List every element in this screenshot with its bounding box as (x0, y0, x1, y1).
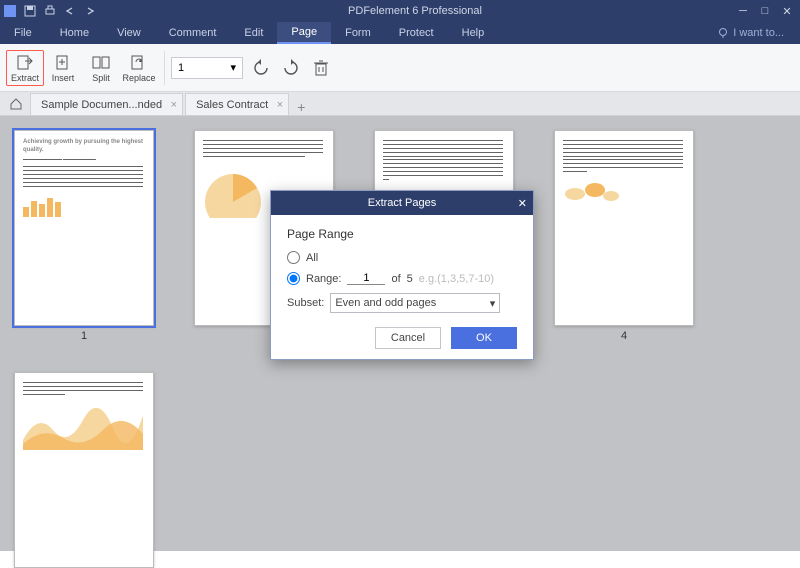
menu-protect[interactable]: Protect (385, 22, 448, 44)
thumbnail-1[interactable]: Achieving growth by pursuing the highest… (14, 130, 154, 342)
dropdown-icon: ▾ (230, 61, 236, 74)
app-title: PDFelement 6 Professional (96, 5, 734, 17)
rotate-right-button[interactable] (279, 56, 303, 80)
dialog-close-button[interactable]: ✕ (518, 197, 527, 210)
close-tab-icon[interactable]: × (277, 99, 283, 111)
menu-help[interactable]: Help (448, 22, 499, 44)
radio-range[interactable] (287, 272, 300, 285)
menu-home[interactable]: Home (46, 22, 103, 44)
subset-dropdown[interactable]: Even and odd pages ▾ (330, 293, 500, 313)
extract-icon (15, 53, 35, 73)
split-button[interactable]: Split (82, 53, 120, 83)
doc-tab-2[interactable]: Sales Contract × (185, 93, 289, 115)
new-tab-button[interactable]: + (297, 99, 305, 115)
menu-bar: File Home View Comment Edit Page Form Pr… (0, 22, 800, 44)
replace-icon (129, 53, 149, 73)
home-tab-button[interactable] (4, 93, 28, 115)
maximize-button[interactable]: □ (756, 5, 774, 18)
delete-button[interactable] (309, 56, 333, 80)
print-icon[interactable] (44, 5, 56, 17)
i-want-to[interactable]: I want to... (717, 27, 800, 39)
menu-edit[interactable]: Edit (230, 22, 277, 44)
save-icon[interactable] (24, 5, 36, 17)
document-tabs: Sample Documen...nded × Sales Contract ×… (0, 92, 800, 116)
doc-tab-1[interactable]: Sample Documen...nded × (30, 93, 183, 115)
menu-comment[interactable]: Comment (155, 22, 231, 44)
thumbnail-4[interactable]: ▬▬▬▬▬▬▬▬▬▬▬▬▬▬▬▬▬▬▬▬▬▬▬▬▬▬▬▬▬▬▬▬▬▬▬▬▬▬▬▬… (554, 130, 694, 342)
title-bar: PDFelement 6 Professional ─ □ ✕ (0, 0, 800, 22)
page-number-input[interactable]: 1 ▾ (171, 57, 243, 79)
extract-pages-dialog: Extract Pages ✕ Page Range All Range: of… (270, 190, 534, 360)
separator (164, 51, 165, 85)
dialog-title-bar[interactable]: Extract Pages ✕ (271, 191, 533, 215)
app-icon (4, 5, 16, 17)
menu-view[interactable]: View (103, 22, 155, 44)
thumbnail-number: 1 (81, 330, 87, 342)
thumbnail-5[interactable]: ▬▬▬▬▬▬▬▬▬▬▬▬▬▬▬▬▬▬▬▬▬▬▬▬▬▬▬▬▬▬▬▬▬▬▬▬▬▬▬▬… (14, 372, 154, 568)
split-icon (91, 53, 111, 73)
chevron-down-icon: ▾ (490, 297, 496, 310)
redo-icon[interactable] (84, 5, 96, 17)
close-tab-icon[interactable]: × (171, 99, 177, 111)
insert-button[interactable]: Insert (44, 53, 82, 83)
replace-button[interactable]: Replace (120, 53, 158, 83)
cancel-button[interactable]: Cancel (375, 327, 441, 349)
menu-form[interactable]: Form (331, 22, 385, 44)
thumbnail-number: 4 (621, 330, 627, 342)
bulb-icon (717, 27, 729, 39)
close-button[interactable]: ✕ (778, 5, 796, 18)
ok-button[interactable]: OK (451, 327, 517, 349)
extract-button[interactable]: Extract (6, 50, 44, 86)
ribbon: Extract Insert Split Replace 1 ▾ (0, 44, 800, 92)
minimize-button[interactable]: ─ (734, 5, 752, 18)
dialog-heading: Page Range (287, 227, 517, 241)
range-input[interactable] (347, 272, 385, 285)
menu-file[interactable]: File (0, 22, 46, 44)
insert-icon (53, 53, 73, 73)
rotate-left-button[interactable] (249, 56, 273, 80)
menu-page[interactable]: Page (277, 22, 331, 44)
radio-all[interactable] (287, 251, 300, 264)
undo-icon[interactable] (64, 5, 76, 17)
